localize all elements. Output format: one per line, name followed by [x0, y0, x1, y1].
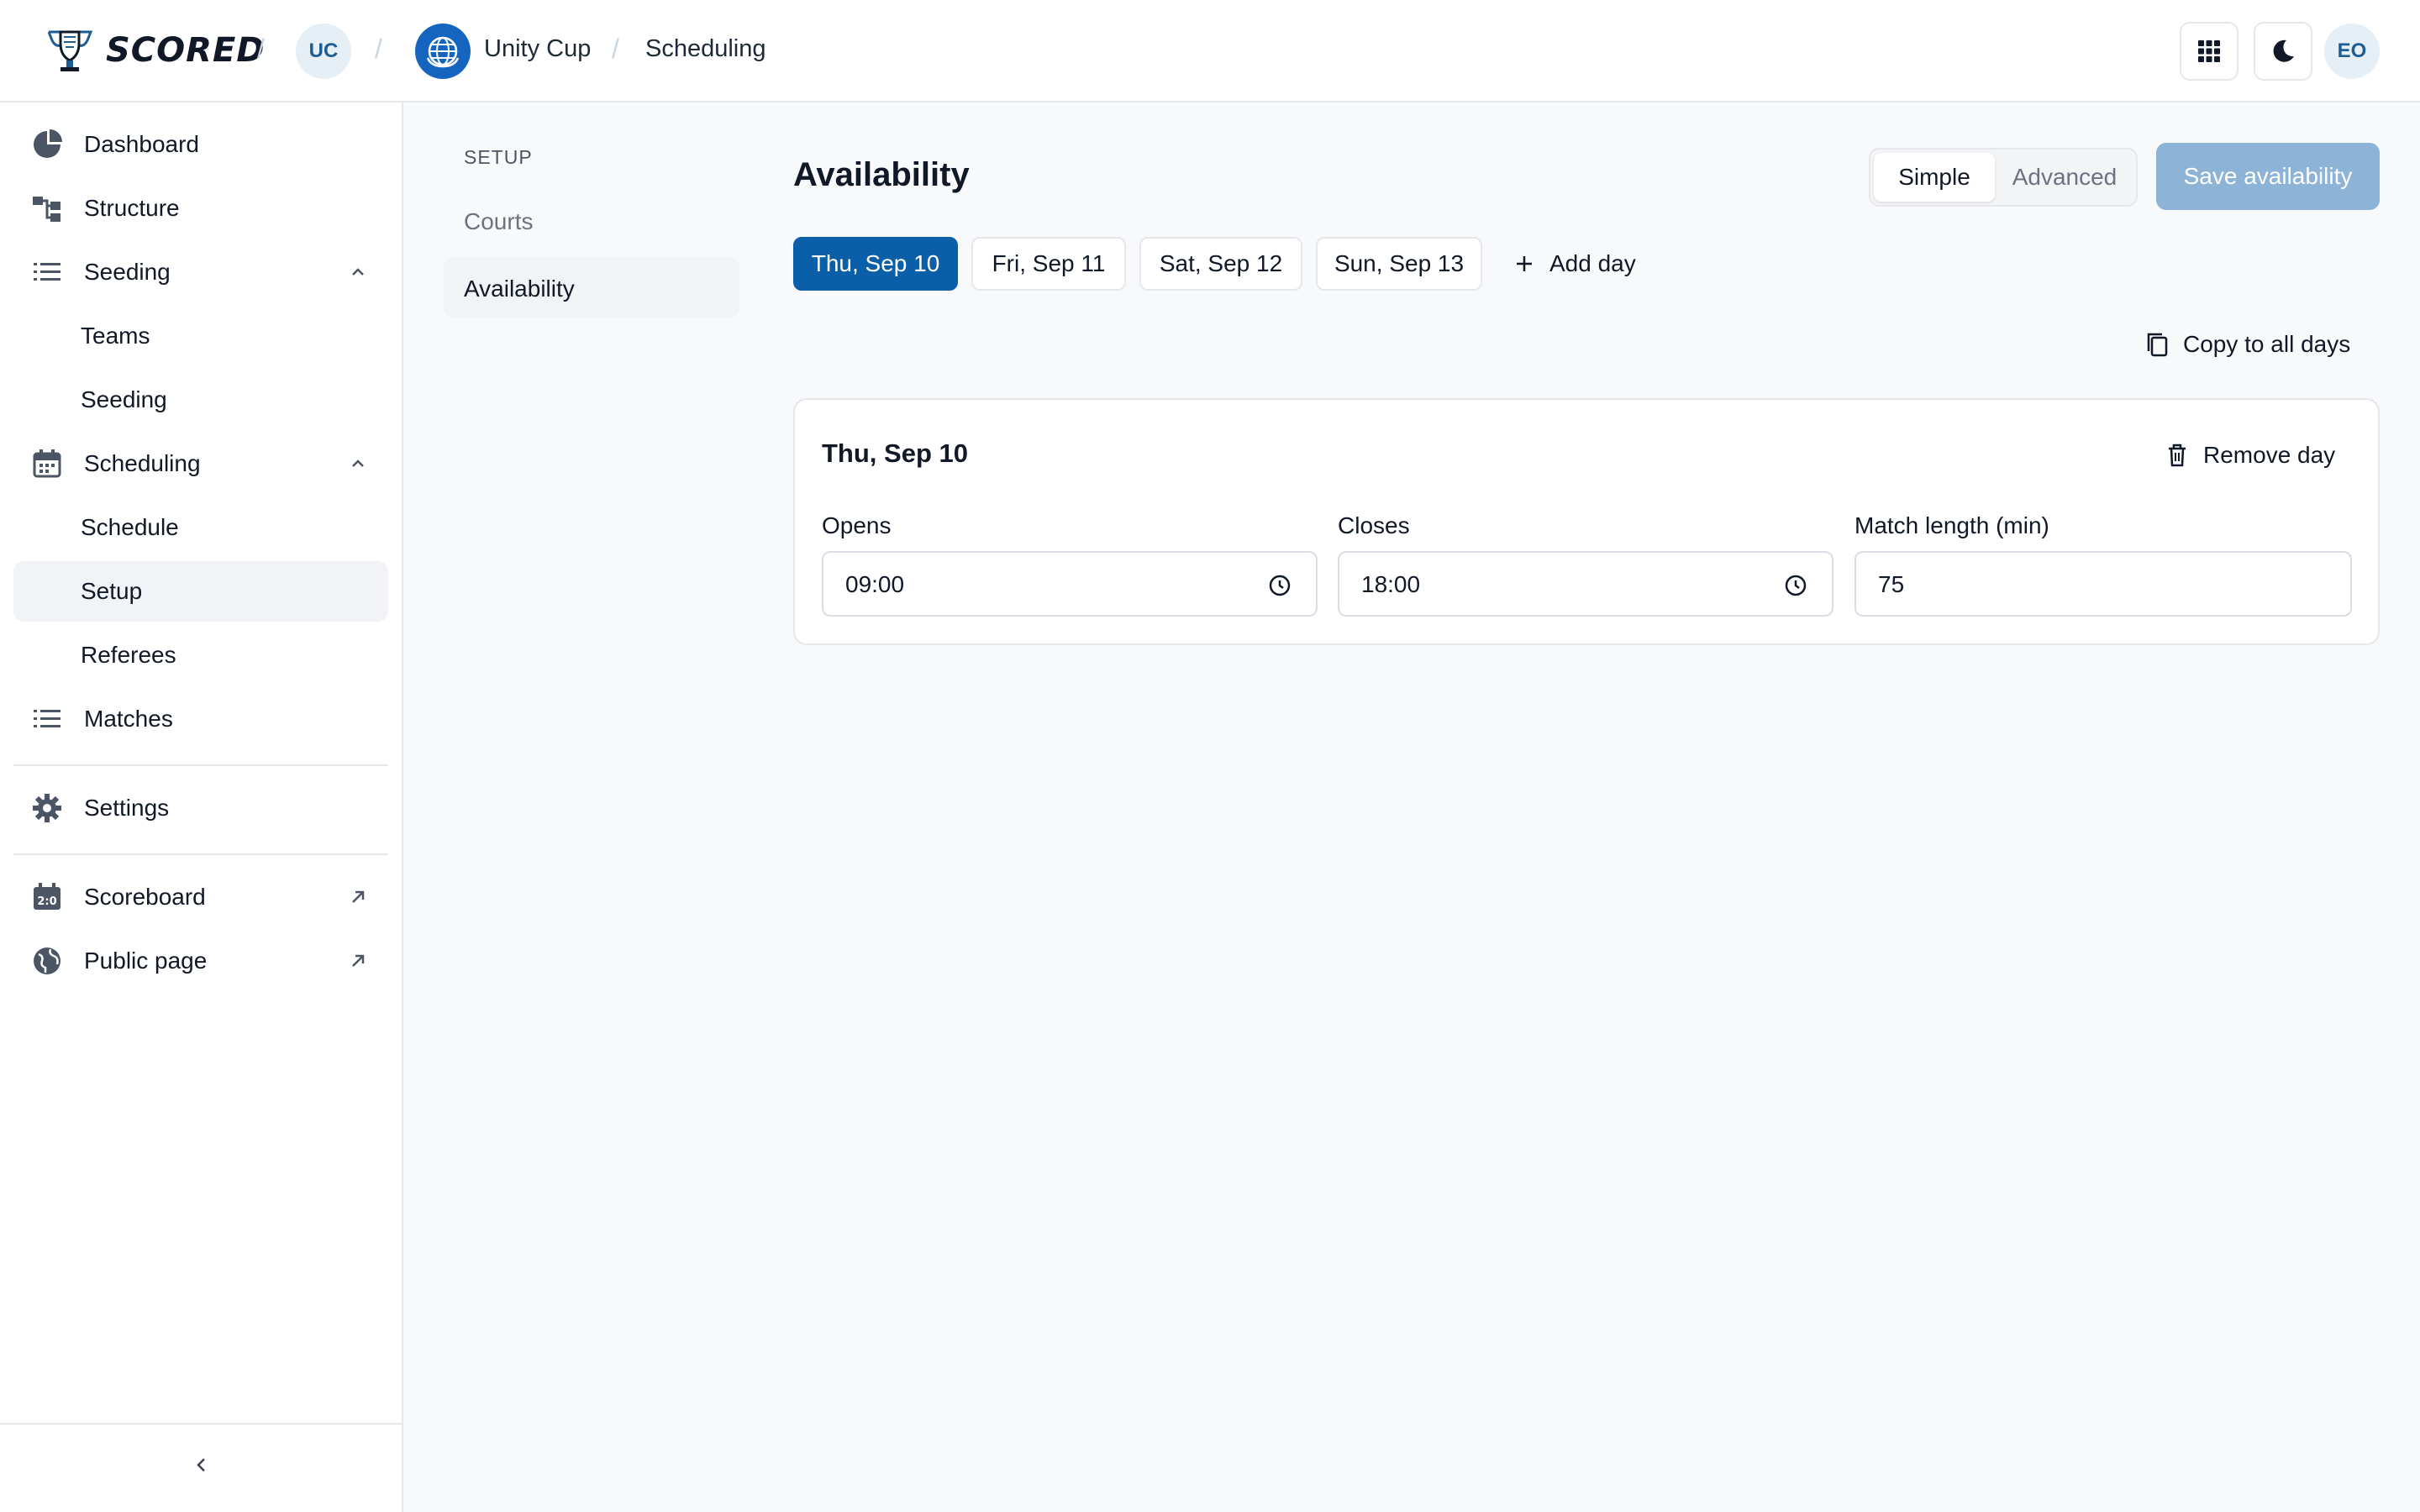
list-icon — [32, 704, 62, 734]
sidebar-item-label: Seeding — [81, 386, 167, 412]
moon-icon — [2273, 39, 2294, 62]
closes-label: Closes — [1338, 512, 1410, 538]
list-icon — [32, 257, 62, 287]
day-card-title: Thu, Sep 10 — [822, 438, 968, 468]
svg-text:2:0: 2:0 — [37, 895, 56, 908]
brand-logo[interactable]: SCORED — [44, 24, 266, 77]
theme-toggle-button[interactable] — [2254, 22, 2312, 81]
copy-icon — [2147, 333, 2168, 357]
calendar-icon — [32, 449, 62, 479]
globe-ball-icon — [426, 36, 460, 68]
copy-to-all-days-label: Copy to all days — [2183, 331, 2351, 357]
sidebar-item-label: Structure — [84, 195, 180, 221]
sidebar-item-label: Teams — [81, 323, 150, 349]
breadcrumb-separator: / — [612, 34, 619, 64]
org-avatar[interactable]: UC — [296, 24, 351, 79]
tournament-name[interactable]: Unity Cup — [484, 35, 591, 63]
opens-time-input[interactable]: 09:00 — [822, 551, 1318, 617]
match-length-label: Match length (min) — [1854, 512, 2049, 538]
sidebar-item-schedule[interactable]: Schedule — [13, 497, 388, 558]
remove-day-button[interactable]: Remove day — [2165, 437, 2335, 474]
clock-icon[interactable] — [1267, 573, 1292, 598]
sidebar-item-scheduling[interactable]: Scheduling — [13, 433, 388, 494]
breadcrumb-current-section[interactable]: Scheduling — [645, 35, 766, 63]
sidebar-divider — [13, 853, 388, 855]
brand-wordmark: SCORED — [106, 31, 266, 70]
sidebar-item-dashboard[interactable]: Dashboard — [13, 114, 388, 175]
subnav-title: SETUP — [464, 146, 533, 168]
collapse-sidebar-button[interactable] — [187, 1450, 217, 1480]
user-avatar[interactable]: EO — [2324, 24, 2380, 79]
pie-chart-icon — [32, 129, 62, 160]
sidebar-item-label: Matches — [84, 706, 173, 732]
globe-icon — [32, 946, 62, 976]
hierarchy-icon — [32, 193, 62, 223]
scoreboard-icon: 2:0 — [32, 882, 62, 912]
day-tab-fri[interactable]: Fri, Sep 11 — [971, 237, 1126, 291]
subnav-item-label: Availability — [464, 276, 575, 302]
subnav-item-label: Courts — [464, 208, 534, 234]
external-link-icon — [352, 890, 365, 903]
sidebar-item-label: Referees — [81, 642, 176, 668]
sidebar-item-scoreboard[interactable]: 2:0 Scoreboard — [13, 867, 388, 927]
sidebar-item-referees[interactable]: Referees — [13, 625, 388, 685]
chevron-left-icon — [197, 1458, 205, 1472]
sidebar-item-public-page[interactable]: Public page — [13, 931, 388, 991]
chevron-up-icon — [352, 459, 364, 467]
sidebar-item-label: Seeding — [84, 259, 171, 285]
sidebar-item-label: Setup — [81, 578, 143, 604]
sidebar-item-setup[interactable]: Setup — [13, 561, 388, 622]
sidebar-item-label: Dashboard — [84, 131, 199, 157]
subnav-item-courts[interactable]: Courts — [444, 190, 739, 250]
add-day-label: Add day — [1549, 250, 1636, 276]
sidebar-divider — [13, 764, 388, 766]
chevron-up-icon — [352, 268, 364, 276]
sidebar-item-structure[interactable]: Structure — [13, 178, 388, 239]
tournament-logo[interactable] — [415, 24, 471, 79]
add-day-button[interactable]: Add day — [1512, 237, 1636, 291]
grid-icon — [2198, 40, 2220, 62]
opens-value: 09:00 — [845, 571, 905, 597]
sidebar-item-label: Scoreboard — [84, 884, 206, 910]
breadcrumb-separator: / — [257, 34, 265, 64]
day-tab-sat[interactable]: Sat, Sep 12 — [1139, 237, 1302, 291]
match-length-input[interactable]: 75 — [1854, 551, 2352, 617]
clock-icon[interactable] — [1783, 573, 1808, 598]
copy-to-all-days-button[interactable]: Copy to all days — [2144, 326, 2350, 363]
closes-value: 18:00 — [1361, 571, 1421, 597]
apps-button[interactable] — [2180, 22, 2238, 81]
sidebar-item-settings[interactable]: Settings — [13, 778, 388, 838]
sidebar-item-teams[interactable]: Teams — [13, 306, 388, 366]
mode-toggle: Simple Advanced — [1869, 148, 2138, 207]
sidebar-item-seeding-sub[interactable]: Seeding — [13, 370, 388, 430]
trash-icon — [2169, 444, 2186, 467]
external-link-icon — [352, 954, 365, 967]
day-tab-thu[interactable]: Thu, Sep 10 — [793, 237, 958, 291]
sidebar-item-label: Schedule — [81, 514, 179, 540]
mode-simple-option[interactable]: Simple — [1874, 153, 1995, 202]
sidebar-item-label: Public page — [84, 948, 208, 974]
day-tab-sun[interactable]: Sun, Sep 13 — [1316, 237, 1482, 291]
sidebar-item-matches[interactable]: Matches — [13, 689, 388, 749]
day-availability-card: Thu, Sep 10 Remove day Opens 09:00 Close… — [793, 398, 2380, 645]
subnav-item-availability[interactable]: Availability — [444, 257, 739, 318]
remove-day-label: Remove day — [2203, 442, 2336, 468]
page-title: Availability — [793, 156, 970, 193]
plus-icon — [1517, 256, 1532, 271]
closes-time-input[interactable]: 18:00 — [1338, 551, 1833, 617]
gear-icon — [32, 793, 62, 823]
sidebar-item-label: Settings — [84, 795, 170, 821]
sidebar-item-seeding[interactable]: Seeding — [13, 242, 388, 302]
save-availability-button[interactable]: Save availability — [2156, 143, 2380, 210]
opens-label: Opens — [822, 512, 892, 538]
top-bar: SCORED / UC / Unity Cup / Scheduling EO — [0, 0, 2420, 102]
match-length-value: 75 — [1878, 571, 1905, 597]
sidebar: Dashboard Structure Seeding Teams Seedin… — [0, 102, 403, 1512]
breadcrumb-separator: / — [375, 34, 382, 64]
mode-advanced-option[interactable]: Advanced — [1996, 153, 2133, 202]
sidebar-footer-divider — [0, 1423, 402, 1425]
trophy-icon — [47, 30, 93, 71]
sidebar-item-label: Scheduling — [84, 450, 201, 476]
